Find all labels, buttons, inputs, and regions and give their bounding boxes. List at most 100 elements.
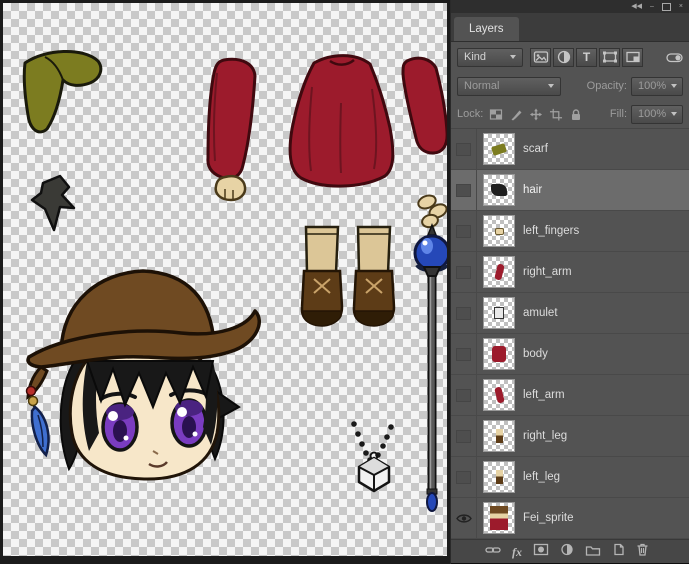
chevron-down-icon: [510, 55, 516, 59]
visibility-toggle[interactable]: [451, 334, 477, 374]
lock-all-icon[interactable]: [569, 108, 583, 121]
visibility-toggle[interactable]: [451, 129, 477, 169]
adjustment-layer-filter-icon[interactable]: [553, 48, 574, 67]
tab-layers[interactable]: Layers: [454, 17, 519, 41]
restore-icon[interactable]: [662, 3, 671, 11]
thumb-mark: [494, 263, 505, 280]
amulet-sprite: [351, 421, 394, 491]
hidden-eye-well: [456, 225, 471, 238]
visibility-toggle[interactable]: [451, 293, 477, 333]
adjustment-layer-icon[interactable]: [560, 543, 574, 561]
lock-row: Lock: Fill: 100%: [451, 100, 689, 128]
fingers-sprite: [416, 193, 447, 229]
layer-row-right-arm[interactable]: right_arm: [451, 252, 689, 293]
delete-layer-icon[interactable]: [636, 543, 649, 561]
smart-object-filter-icon[interactable]: [622, 48, 643, 67]
layer-thumbnail[interactable]: [483, 133, 515, 165]
layer-thumbnail[interactable]: [483, 215, 515, 247]
visibility-toggle[interactable]: [451, 211, 477, 251]
lock-icons: [489, 108, 583, 121]
layer-mask-icon[interactable]: [533, 543, 549, 561]
scarf-sprite: [24, 51, 101, 131]
kind-filter-label: Kind: [464, 51, 486, 63]
right-arm-sprite: [403, 58, 447, 153]
layer-row-left-arm[interactable]: left_arm: [451, 375, 689, 416]
fill-label: Fill:: [610, 108, 627, 120]
collapse-panels-icon[interactable]: ◀◀: [631, 3, 642, 10]
filter-icons: T: [530, 48, 643, 67]
layer-thumbnail[interactable]: [483, 174, 515, 206]
layer-filtering-toggle[interactable]: [666, 50, 683, 65]
visibility-toggle[interactable]: [451, 457, 477, 497]
hidden-eye-well: [456, 471, 471, 484]
layers-panel: ◀◀ – × Layers Kind T: [450, 0, 689, 564]
head-sprite: [28, 271, 259, 479]
staff-sprite: [415, 225, 447, 511]
close-icon[interactable]: ×: [679, 3, 683, 10]
pixel-layer-filter-icon[interactable]: [530, 48, 551, 67]
layer-row-scarf[interactable]: scarf: [451, 129, 689, 170]
eye-icon: [456, 513, 472, 524]
visibility-toggle[interactable]: [451, 170, 477, 210]
layer-name: left_arm: [523, 389, 565, 401]
layer-thumbnail[interactable]: [483, 338, 515, 370]
photoshop-window: ◀◀ – × Layers Kind T: [0, 0, 689, 564]
fill-dropdown[interactable]: 100%: [631, 105, 683, 124]
document-canvas[interactable]: [3, 3, 447, 556]
thumb-mark: [492, 346, 506, 362]
lock-paint-icon[interactable]: [509, 108, 523, 121]
layer-row-left-leg[interactable]: left_leg: [451, 457, 689, 498]
layer-effects-icon[interactable]: fx: [512, 546, 522, 558]
opacity-value: 100%: [638, 80, 666, 92]
lock-position-icon[interactable]: [529, 108, 543, 121]
body-sprite: [290, 56, 393, 186]
shape-layer-filter-icon[interactable]: [599, 48, 620, 67]
new-layer-icon[interactable]: [612, 543, 625, 561]
visibility-toggle[interactable]: [451, 252, 477, 292]
opacity-dropdown[interactable]: 100%: [631, 77, 683, 96]
hidden-eye-well: [456, 266, 471, 279]
visibility-toggle[interactable]: [451, 498, 477, 538]
layer-thumbnail[interactable]: [483, 461, 515, 493]
hidden-eye-well: [456, 184, 471, 197]
minimize-icon[interactable]: –: [650, 3, 654, 10]
layer-thumbnail[interactable]: [483, 256, 515, 288]
layer-group-icon[interactable]: [585, 543, 601, 561]
panel-titlebar: ◀◀ – ×: [451, 0, 689, 13]
layer-thumbnail[interactable]: [483, 420, 515, 452]
layer-thumbnail[interactable]: [483, 502, 515, 534]
visibility-toggle[interactable]: [451, 375, 477, 415]
kind-filter-dropdown[interactable]: Kind: [457, 48, 523, 67]
left-arm-sprite: [208, 59, 255, 200]
hidden-eye-well: [456, 389, 471, 402]
blend-mode-value: Normal: [464, 80, 499, 92]
chevron-down-icon: [671, 84, 677, 88]
type-layer-filter-icon[interactable]: T: [576, 48, 597, 67]
visibility-toggle[interactable]: [451, 416, 477, 456]
layer-name: body: [523, 348, 548, 360]
blend-mode-dropdown[interactable]: Normal: [457, 77, 561, 96]
right-leg-sprite: [354, 227, 394, 326]
hidden-eye-well: [456, 143, 471, 156]
chevron-down-icon: [548, 84, 554, 88]
layer-row-amulet[interactable]: amulet: [451, 293, 689, 334]
layer-thumbnail[interactable]: [483, 379, 515, 411]
beads-feather-sprite: [27, 385, 49, 455]
layer-row-hair[interactable]: hair: [451, 170, 689, 211]
layer-row-left-fingers[interactable]: left_fingers: [451, 211, 689, 252]
lock-transparency-icon[interactable]: [489, 108, 503, 121]
layer-row-right-leg[interactable]: right_leg: [451, 416, 689, 457]
left-leg-sprite: [302, 227, 342, 326]
fill-value: 100%: [638, 108, 666, 120]
layer-row-fei-sprite[interactable]: Fei_sprite: [451, 498, 689, 539]
hidden-eye-well: [456, 430, 471, 443]
lock-artboard-icon[interactable]: [549, 108, 563, 121]
hidden-eye-well: [456, 348, 471, 361]
layer-thumbnail[interactable]: [483, 297, 515, 329]
layer-row-body[interactable]: body: [451, 334, 689, 375]
link-layers-icon[interactable]: [485, 543, 501, 561]
glove-sprite: [32, 176, 74, 230]
sprite-artwork: [3, 3, 447, 556]
layer-list: scarf hair left_fingers right_arm am: [451, 128, 689, 539]
thumb-mark: [496, 470, 503, 484]
